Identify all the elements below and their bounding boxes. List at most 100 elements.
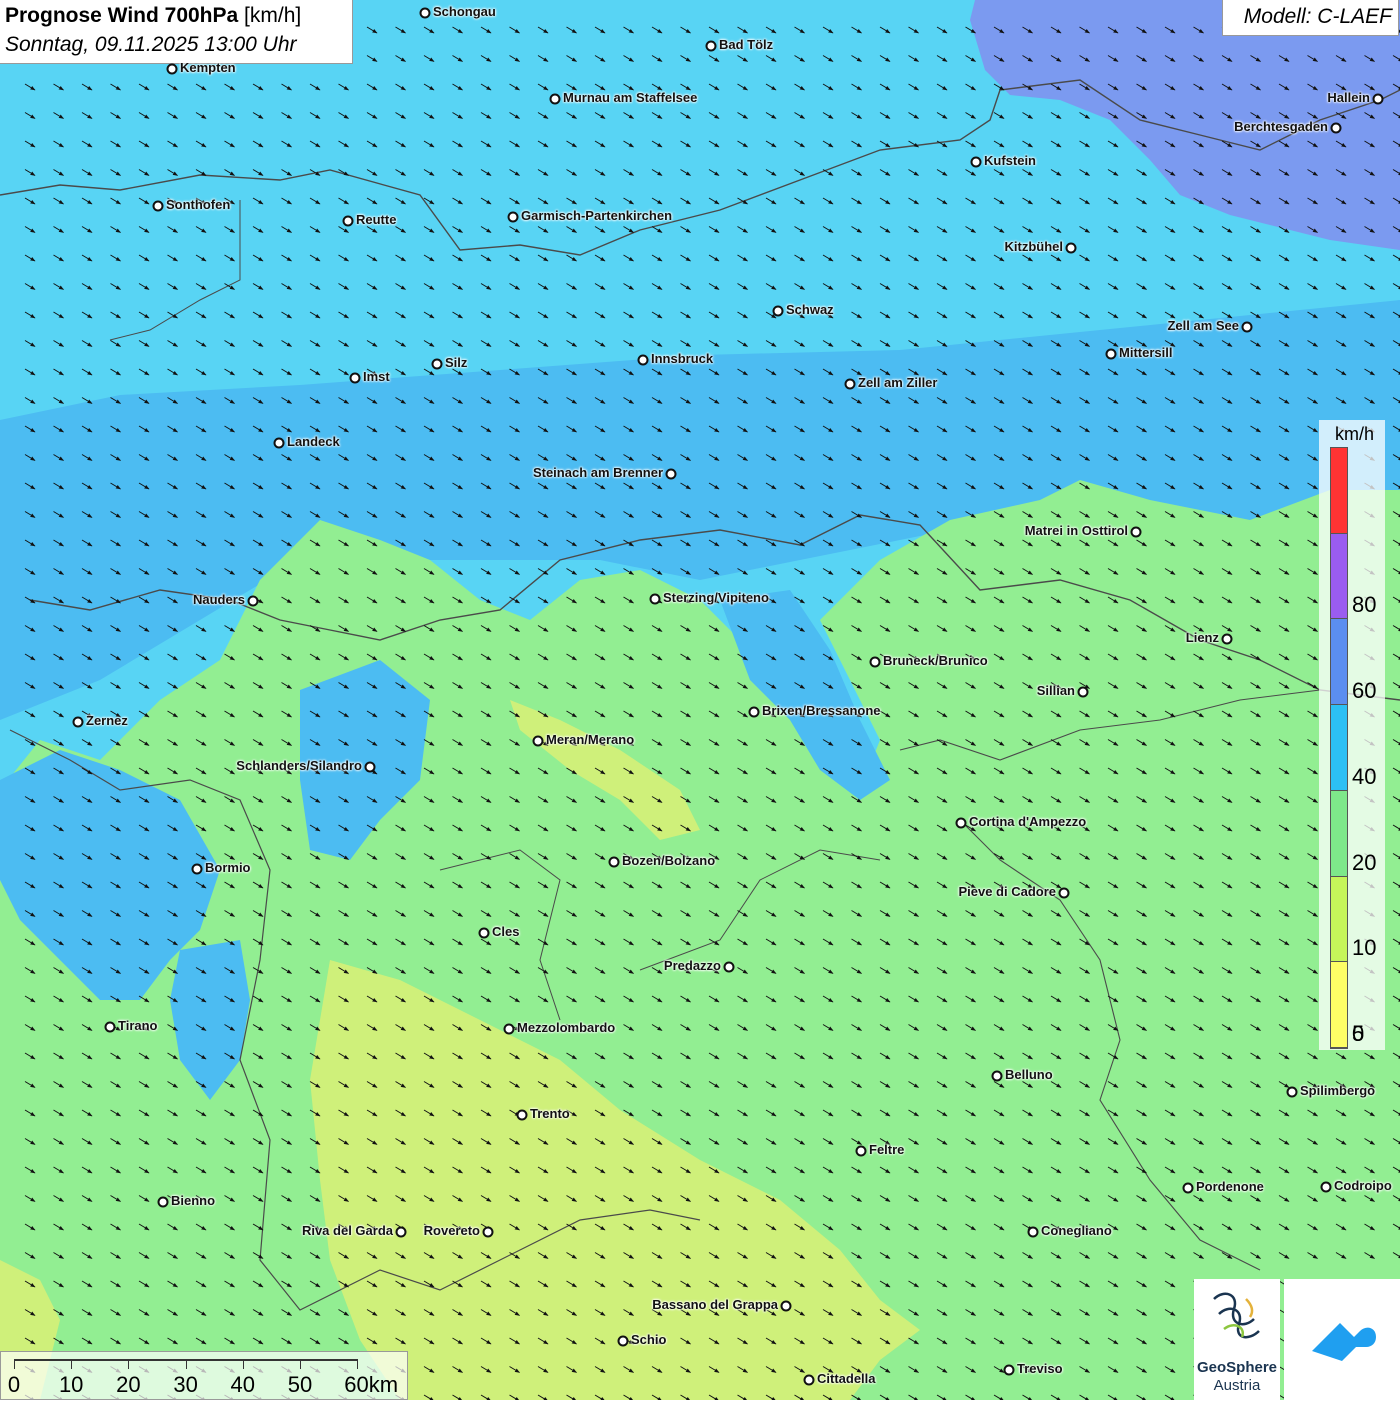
city-label: Schwaz xyxy=(786,302,834,317)
geosphere-logo: GeoSphere Austria xyxy=(1194,1279,1280,1400)
city-label: Mittersill xyxy=(1119,345,1173,360)
legend-segment xyxy=(1331,962,1347,1048)
city-label: Conegliano xyxy=(1041,1223,1112,1238)
city-marker xyxy=(364,761,376,773)
city-marker xyxy=(1077,686,1089,698)
city-label: Bormio xyxy=(205,860,251,875)
city-marker xyxy=(152,200,164,212)
city-marker xyxy=(157,1196,169,1208)
scale-tick xyxy=(242,1359,244,1369)
city-label: Schlanders/Silandro xyxy=(236,758,362,773)
scale-tick xyxy=(357,1359,359,1369)
title-box: Prognose Wind 700hPa [km/h] Sonntag, 09.… xyxy=(0,0,353,64)
city-marker xyxy=(1182,1182,1194,1194)
city-label: Cortina d'Ampezzo xyxy=(969,814,1087,829)
city-label: Schio xyxy=(631,1332,667,1347)
city-label: Silz xyxy=(445,355,468,370)
city-marker xyxy=(665,468,677,480)
city-marker xyxy=(1241,321,1253,333)
legend-segment xyxy=(1331,619,1347,706)
scale-tick xyxy=(14,1359,15,1369)
city-label: Treviso xyxy=(1017,1361,1063,1376)
city-marker xyxy=(748,706,760,718)
city-label: Pieve di Cadore xyxy=(958,884,1056,899)
city-marker xyxy=(955,817,967,829)
city-label: Cittadella xyxy=(817,1371,876,1386)
map-title: Prognose Wind 700hPa [km/h] xyxy=(5,4,302,27)
city-label: Sillian xyxy=(1036,683,1075,698)
city-label: Berchtesgaden xyxy=(1234,119,1328,134)
city-label: Zell am See xyxy=(1167,318,1239,333)
legend-label: 60 xyxy=(1352,678,1377,704)
legend-segment xyxy=(1331,876,1347,963)
city-marker xyxy=(991,1070,1003,1082)
color-legend: km/h 80 60 40 20 10 5 0 xyxy=(1319,420,1385,1050)
geosphere-name: GeoSphere xyxy=(1196,1359,1278,1376)
city-label: Spilimbergo xyxy=(1300,1083,1376,1098)
city-marker xyxy=(1221,633,1233,645)
city-label: Bienno xyxy=(171,1193,216,1208)
city-label: Feltre xyxy=(869,1142,905,1157)
city-label: Innsbruck xyxy=(651,351,714,366)
city-marker xyxy=(608,856,620,868)
scale-label: 10 xyxy=(58,1372,84,1397)
city-marker xyxy=(1330,122,1342,134)
city-label: Pordenone xyxy=(1196,1179,1264,1194)
city-label: Murnau am Staffelsee xyxy=(563,90,698,105)
city-marker xyxy=(649,593,661,605)
legend-label: 80 xyxy=(1352,592,1377,618)
city-label: Tirano xyxy=(118,1018,158,1033)
city-marker xyxy=(803,1374,815,1386)
city-label: Riva del Garda xyxy=(301,1223,393,1238)
city-marker xyxy=(342,215,354,227)
city-marker xyxy=(1372,93,1384,105)
city-label: Zernez xyxy=(86,713,128,728)
city-label: Cles xyxy=(492,924,520,939)
city-marker xyxy=(247,595,259,607)
city-marker xyxy=(772,305,784,317)
city-label: Mezzolombardo xyxy=(517,1020,616,1035)
city-marker xyxy=(349,372,361,384)
city-label: Schongau xyxy=(433,4,496,19)
city-label: Trento xyxy=(530,1106,570,1121)
scale-label: 40 xyxy=(230,1372,256,1397)
city-marker xyxy=(705,40,717,52)
city-marker xyxy=(72,716,84,728)
city-label: Rovereto xyxy=(423,1223,480,1238)
city-label: Hallein xyxy=(1327,90,1370,105)
scale-tick xyxy=(71,1359,73,1369)
city-label: Codroipo xyxy=(1334,1178,1392,1193)
scale-label: 60km xyxy=(344,1372,399,1397)
city-marker xyxy=(1058,887,1070,899)
city-label: Garmisch-Partenkirchen xyxy=(521,208,673,223)
city-label: Zell am Ziller xyxy=(858,375,938,390)
city-label: Kitzbühel xyxy=(1004,239,1064,254)
city-marker xyxy=(1003,1364,1015,1376)
city-marker xyxy=(503,1023,515,1035)
city-label: Matrei in Osttirol xyxy=(1024,523,1128,538)
city-marker xyxy=(1320,1181,1332,1193)
city-label: Nauders xyxy=(192,592,245,607)
city-marker xyxy=(637,354,649,366)
city-label: Sterzing/Vipiteno xyxy=(663,590,769,605)
legend-segment xyxy=(1331,533,1347,620)
scale-bar: 0 10 20 30 40 50 60km xyxy=(0,1351,408,1400)
city-marker xyxy=(482,1226,494,1238)
city-label: Reutte xyxy=(356,212,397,227)
city-marker xyxy=(1286,1086,1298,1098)
cloud-arrow-icon xyxy=(1312,1323,1376,1361)
model-label: Modell: C-LAEF xyxy=(1243,5,1392,28)
city-marker xyxy=(166,63,178,75)
city-marker xyxy=(419,7,431,19)
city-marker xyxy=(723,961,735,973)
city-marker xyxy=(869,656,881,668)
city-marker xyxy=(532,735,544,747)
legend-label: 0 xyxy=(1352,1021,1365,1046)
city-marker xyxy=(431,358,443,370)
city-label: Steinach am Brenner xyxy=(532,465,663,480)
city-label: Imst xyxy=(363,369,390,384)
city-marker xyxy=(1027,1226,1039,1238)
city-marker xyxy=(191,863,203,875)
city-marker xyxy=(273,437,285,449)
legend-label: 40 xyxy=(1352,763,1377,789)
